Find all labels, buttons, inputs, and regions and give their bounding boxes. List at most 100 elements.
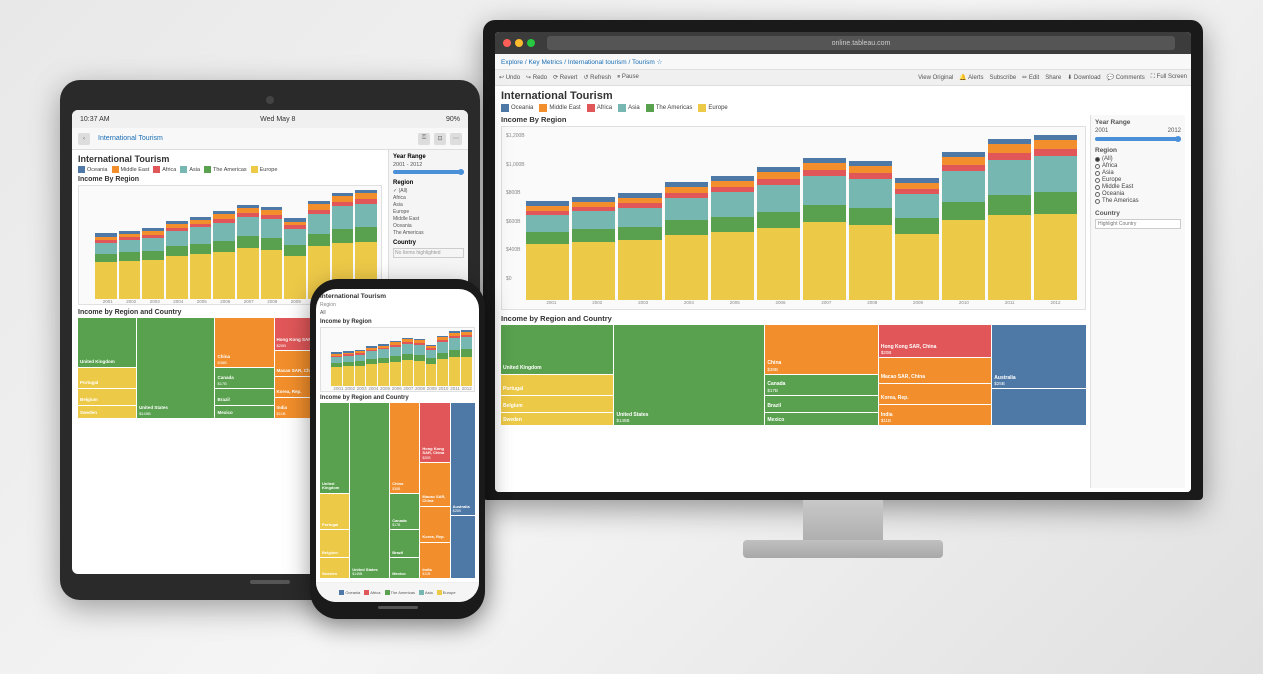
- toolbar-pause[interactable]: ⏸ Pause: [617, 74, 639, 81]
- tablet-asia-label: Asia: [189, 167, 200, 173]
- toolbar-refresh[interactable]: ↺ Refresh: [583, 74, 611, 81]
- tablet-slider[interactable]: [393, 170, 464, 174]
- treemap-cell-label: Hong Kong SAR, China: [422, 447, 447, 456]
- toolbar-download[interactable]: ⬇ Download: [1067, 74, 1100, 81]
- bar-col: [426, 330, 437, 386]
- bar-col: [331, 330, 342, 386]
- bar-chart-inner: $1,200B $1,000B $800B $600B $400B $0: [506, 131, 1081, 300]
- radio-asia-circle: [1095, 171, 1100, 176]
- bar-segment: [572, 242, 615, 300]
- toolbar-fullscreen[interactable]: ⛶ Full Screen: [1151, 74, 1187, 81]
- y-label-1: $400B: [506, 247, 525, 253]
- tablet-slider-thumb[interactable]: [458, 169, 464, 175]
- desktop-treemap: United KingdomPortugalBelgiumSwedenUnite…: [501, 325, 1086, 425]
- radio-oceania-circle: [1095, 192, 1100, 197]
- toolbar-alerts[interactable]: 🔔 Alerts: [959, 74, 983, 81]
- radio-europe-label: Europe: [1102, 177, 1121, 183]
- browser-urlbar[interactable]: online.tableau.com: [547, 36, 1175, 50]
- bar-segment: [942, 220, 985, 300]
- phone-title: International Tourism: [320, 293, 475, 300]
- minimize-dot[interactable]: [515, 39, 523, 47]
- radio-asia[interactable]: Asia: [1095, 170, 1181, 176]
- bar-stack: [166, 221, 188, 299]
- tablet-radio-americas[interactable]: The Americas: [393, 230, 464, 236]
- treemap-cell: China$38B: [390, 403, 419, 493]
- toolbar-undo[interactable]: ↩ Undo: [499, 74, 520, 81]
- tablet-legend-europe: Europe: [251, 166, 278, 173]
- toolbar-comments[interactable]: 💬 Comments: [1107, 74, 1145, 81]
- slider-thumb[interactable]: [1175, 136, 1181, 142]
- tablet-americas-label: The Americas: [213, 167, 247, 173]
- tablet-legend-asia: Asia: [180, 166, 200, 173]
- bar-segment: [461, 337, 472, 349]
- toolbar-subscribe[interactable]: Subscribe: [989, 75, 1016, 81]
- bar-stack: [942, 152, 985, 300]
- tablet-legend: Oceania Middle East Africa Asia: [78, 166, 382, 173]
- bar-stack: [1034, 135, 1077, 300]
- bar-segment: [526, 232, 569, 244]
- radio-all[interactable]: (All): [1095, 156, 1181, 162]
- sidebar-filters: Year Range 2001 2012: [1090, 115, 1185, 488]
- phone-content: International Tourism Region All Income …: [316, 289, 479, 582]
- maximize-dot[interactable]: [527, 39, 535, 47]
- treemap-cell: United States$145B: [137, 318, 214, 418]
- phone-home-bar: [378, 606, 418, 609]
- treemap-col: United States$145B: [137, 318, 214, 418]
- bar-stack: [284, 218, 306, 299]
- tablet-radio-europe[interactable]: Europe: [393, 209, 464, 215]
- bar-col: [95, 190, 117, 299]
- treemap-cell-value: $38B: [392, 487, 417, 491]
- treemap-cell-value: $11B: [881, 418, 989, 423]
- tablet-slider-fill: [393, 170, 464, 174]
- x-label: 2009: [285, 299, 307, 304]
- bar-segment: [355, 227, 377, 241]
- treemap-cell: United Kingdom: [78, 318, 136, 367]
- year-range-slider[interactable]: [1095, 137, 1181, 141]
- radio-europe[interactable]: Europe: [1095, 177, 1181, 183]
- toolbar-edit[interactable]: ✏ Edit: [1022, 74, 1039, 81]
- radio-oceania[interactable]: Oceania: [1095, 191, 1181, 197]
- treemap-area: Income by Region and Country United King…: [501, 314, 1086, 488]
- toolbar-vieworiginal[interactable]: View Original: [918, 75, 953, 81]
- toolbar-revert[interactable]: ⟳ Revert: [553, 74, 577, 81]
- bar-stack: [711, 176, 754, 300]
- radio-americas[interactable]: The Americas: [1095, 198, 1181, 204]
- tablet-radio-asia[interactable]: Asia: [393, 202, 464, 208]
- phone-asia-label: Asia: [425, 590, 433, 595]
- treemap-col: Hong Kong SAR, China$20BMacao SAR, China…: [420, 403, 449, 578]
- bar-chart-income-region: $1,200B $1,000B $800B $600B $400B $0 200…: [501, 126, 1086, 310]
- toolbar-share[interactable]: Share: [1045, 75, 1061, 81]
- close-dot[interactable]: [503, 39, 511, 47]
- bar-segment: [166, 231, 188, 246]
- toolbar-redo[interactable]: ↪ Redo: [526, 74, 547, 81]
- x-label: 2005: [713, 300, 756, 305]
- bar-segment: [190, 244, 212, 255]
- radio-africa[interactable]: Africa: [1095, 163, 1181, 169]
- phone-x-labels: 2001200220032004200520062007200820092010…: [321, 386, 474, 391]
- breadcrumb: Explore / Key Metrics / International to…: [495, 54, 1191, 70]
- bar-segment: [1034, 149, 1077, 156]
- tablet-menu-icon[interactable]: ⋯: [450, 133, 462, 145]
- tablet-share-icon[interactable]: ⊡: [434, 133, 446, 145]
- tablet-radio-oceania[interactable]: Oceania: [393, 223, 464, 229]
- tablet-check-all: ✓ (All): [393, 188, 407, 194]
- year-range-label: Year Range: [1095, 119, 1181, 126]
- x-label: 2012: [461, 386, 472, 391]
- tablet-radio-all[interactable]: ✓ (All): [393, 188, 464, 194]
- tablet-radio-africa[interactable]: Africa: [393, 195, 464, 201]
- bar-stack: [366, 346, 377, 386]
- bar-stack: [665, 182, 708, 300]
- tablet-back-btn[interactable]: ‹: [78, 133, 90, 145]
- tablet-radio-middleeast[interactable]: Middle East: [393, 216, 464, 222]
- tablet-battery: 90%: [446, 116, 460, 123]
- bar-segment: [757, 185, 800, 212]
- tablet-yearrange-label: Year Range: [393, 154, 464, 160]
- radio-middleeast[interactable]: Middle East: [1095, 184, 1181, 190]
- bar-segment: [988, 195, 1031, 216]
- treemap-cell-label: Mexico: [217, 411, 271, 416]
- treemap-col: Australia$25B: [451, 403, 475, 578]
- bar-segment: [665, 220, 708, 235]
- country-input[interactable]: [1095, 219, 1181, 229]
- x-label: 2010: [438, 386, 449, 391]
- bar-stack: [95, 233, 117, 299]
